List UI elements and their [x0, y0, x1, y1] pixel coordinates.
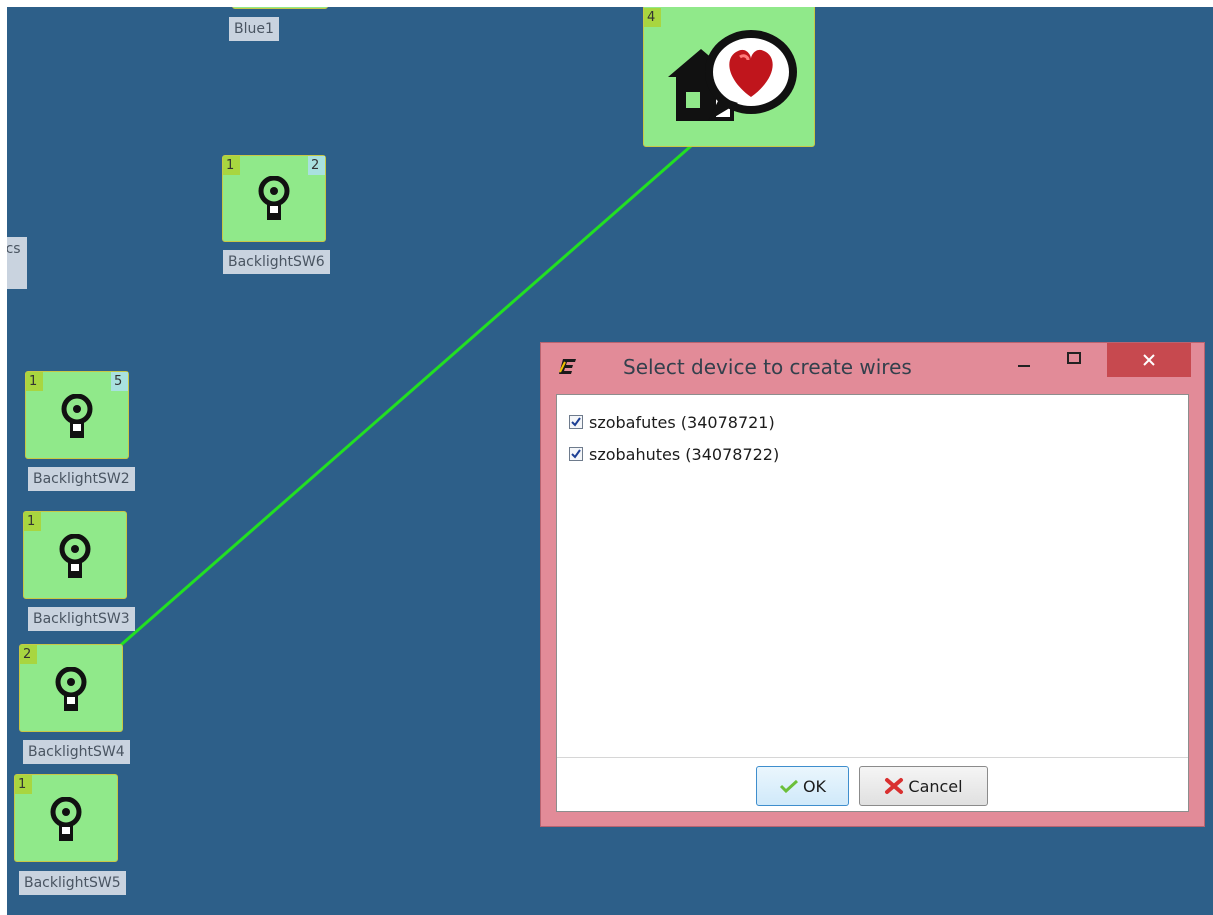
maximize-icon — [1067, 352, 1081, 364]
ok-button[interactable]: OK — [756, 766, 849, 806]
device-label: Blue1 — [229, 17, 279, 41]
node-badge: 2 — [20, 645, 37, 664]
backlight-switch-icon — [61, 394, 93, 438]
device-checkbox[interactable] — [569, 447, 583, 461]
device-list-item[interactable]: szobafutes (34078721) — [569, 411, 775, 433]
device-node-backlightsw4[interactable]: 2 — [19, 644, 123, 732]
device-node-backlightsw5[interactable]: 1 — [14, 774, 118, 862]
node-badge: 5 — [111, 372, 128, 391]
device-node-heart-house[interactable]: 4 — [643, 7, 815, 147]
checkmark-icon — [571, 449, 581, 459]
close-button[interactable] — [1107, 343, 1191, 377]
dialog-title-bar[interactable]: Select device to create wires — [541, 343, 1204, 387]
minimize-button[interactable] — [1009, 343, 1039, 377]
device-label: ocs — [7, 237, 27, 289]
device-label: BacklightSW3 — [28, 607, 135, 631]
node-badge: 1 — [223, 156, 240, 175]
device-list: szobafutes (34078721) szobahutes (340787… — [557, 395, 1188, 758]
backlight-switch-icon — [258, 176, 290, 220]
device-checkbox[interactable] — [569, 415, 583, 429]
device-node-backlightsw2[interactable]: 1 5 — [25, 371, 129, 459]
close-icon — [1143, 354, 1155, 366]
device-node-backlightsw6[interactable]: 1 2 — [222, 155, 326, 242]
backlight-switch-icon — [50, 797, 82, 841]
cancel-x-icon — [885, 778, 904, 794]
device-label: BacklightSW4 — [23, 740, 130, 764]
device-label: BacklightSW5 — [19, 871, 126, 895]
select-device-dialog: Select device to create wires szobafutes… — [541, 343, 1204, 826]
device-list-label: szobahutes (34078722) — [589, 444, 780, 464]
maximize-button[interactable] — [1049, 343, 1099, 377]
node-badge: 1 — [15, 775, 32, 794]
backlight-switch-icon — [55, 667, 87, 711]
device-node-backlightsw3[interactable]: 1 — [23, 511, 127, 599]
cancel-button-label: Cancel — [908, 776, 963, 796]
checkmark-icon — [779, 779, 798, 793]
node-badge: 1 — [24, 512, 41, 531]
app-logo-icon — [559, 359, 576, 374]
dialog-body: szobafutes (34078721) szobahutes (340787… — [556, 394, 1189, 812]
device-list-item[interactable]: szobahutes (34078722) — [569, 443, 779, 465]
backlight-switch-icon — [59, 534, 91, 578]
device-list-label: szobafutes (34078721) — [589, 412, 775, 432]
checkmark-icon — [571, 417, 581, 427]
ok-button-label: OK — [802, 776, 827, 796]
device-canvas[interactable]: Blue1 4 1 2 BacklightSW6 ocs — [7, 7, 1213, 915]
node-badge: 2 — [308, 156, 325, 175]
cancel-button[interactable]: Cancel — [859, 766, 988, 806]
minimize-icon — [1018, 365, 1030, 367]
device-label: BacklightSW2 — [28, 467, 135, 491]
device-label: BacklightSW6 — [223, 250, 330, 274]
dialog-title: Select device to create wires — [623, 355, 912, 379]
heart-house-icon — [668, 30, 797, 121]
node-badge: 1 — [26, 372, 43, 391]
device-node-blue1[interactable] — [232, 7, 328, 9]
